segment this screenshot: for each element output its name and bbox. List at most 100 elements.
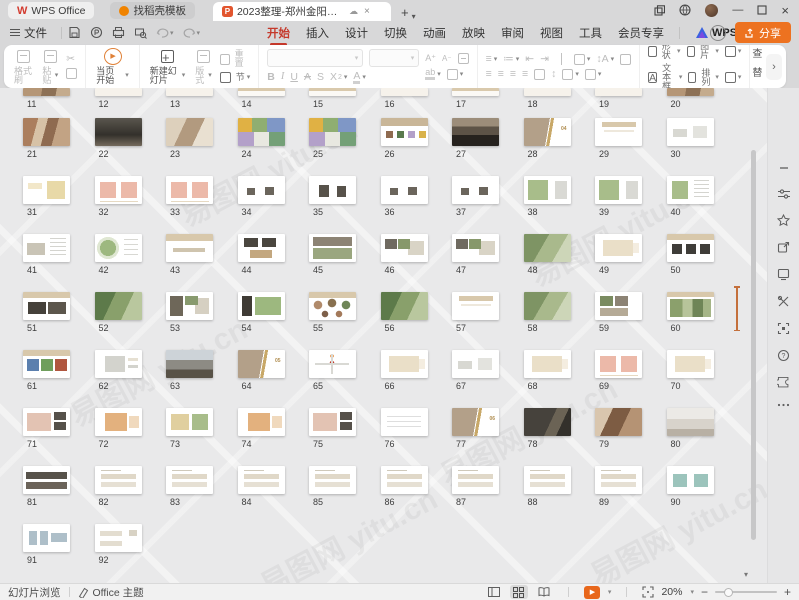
slide-thumbnail[interactable] <box>452 176 499 204</box>
theme-label[interactable]: Office 主题 <box>93 585 144 600</box>
zoom-out-button[interactable]: − <box>701 586 708 598</box>
columns-button[interactable] <box>534 69 545 80</box>
pdf-export-icon[interactable] <box>90 26 103 39</box>
slide-thumbnail[interactable] <box>23 466 70 494</box>
slide-thumbnail[interactable] <box>95 350 142 378</box>
slide-thumbnail[interactable] <box>524 292 571 320</box>
slide-thumbnail[interactable] <box>667 176 714 204</box>
share-button[interactable]: 分享 <box>735 22 791 43</box>
font-size-select[interactable]: ▾ <box>369 49 419 67</box>
slide-thumbnail[interactable] <box>23 118 70 146</box>
slide-thumbnail[interactable] <box>238 292 285 320</box>
slide-thumbnail[interactable] <box>23 408 70 436</box>
section-button[interactable]: 节▾ <box>220 72 250 83</box>
font-family-select[interactable]: ▾ <box>267 49 363 67</box>
slide-thumbnail[interactable] <box>23 350 70 378</box>
slide-thumbnail[interactable]: 06 <box>452 408 499 436</box>
zoom-slider-knob[interactable] <box>724 588 733 597</box>
close-icon[interactable]: × <box>781 3 789 18</box>
more-dots-icon[interactable] <box>777 403 790 407</box>
slide-thumbnail[interactable] <box>23 234 70 262</box>
slide-thumbnail[interactable] <box>595 350 642 378</box>
print-preview-icon[interactable] <box>134 26 147 39</box>
tab-view[interactable]: 视图 <box>533 23 570 43</box>
slide-thumbnail[interactable] <box>452 466 499 494</box>
new-slide-button[interactable]: + 新建幻灯片▾ <box>148 49 188 85</box>
slide-thumbnail[interactable] <box>166 118 213 146</box>
slide-thumbnail[interactable] <box>95 118 142 146</box>
slide-thumbnail[interactable] <box>667 118 714 146</box>
components-icon[interactable] <box>777 268 790 281</box>
slide-thumbnail[interactable] <box>381 466 428 494</box>
tab-slideshow[interactable]: 放映 <box>455 23 492 43</box>
reset-button[interactable]: 重置 <box>220 50 250 68</box>
slide-thumbnail[interactable] <box>524 234 571 262</box>
slide-thumbnail[interactable] <box>309 292 356 320</box>
slide-thumbnail[interactable] <box>381 292 428 320</box>
play-from-current-button[interactable]: ▶ 当页开始▾ <box>94 49 130 85</box>
slide-thumbnail[interactable] <box>166 408 213 436</box>
smartart-button[interactable]: ▾ <box>562 69 579 80</box>
print-icon[interactable] <box>112 26 125 39</box>
slide-thumbnail[interactable] <box>238 176 285 204</box>
slide-thumbnail[interactable] <box>595 466 642 494</box>
slide-sorter-area[interactable]: 易图网 yitu.cn 易图网 yitu.cn 易图网 yitu.cn 易图网 … <box>0 88 768 583</box>
collapse-icon[interactable] <box>778 162 790 174</box>
tab-close-icon[interactable]: × <box>364 6 370 17</box>
slideshow-play-button[interactable]: ▶ <box>584 586 600 599</box>
slide-thumbnail[interactable] <box>309 408 356 436</box>
italic-button[interactable]: I <box>281 72 285 83</box>
minimize-icon[interactable]: — <box>732 4 743 16</box>
layout-button[interactable]: 版式▾ <box>193 49 214 85</box>
service-icon[interactable]: ··· <box>710 25 726 41</box>
slide-thumbnail[interactable] <box>238 118 285 146</box>
slide-thumbnail[interactable] <box>524 176 571 204</box>
undo-icon[interactable]: ▾ <box>156 27 174 39</box>
slide-thumbnail[interactable] <box>166 88 213 96</box>
help-icon[interactable]: ? <box>777 349 790 362</box>
user-avatar[interactable] <box>705 4 718 17</box>
reading-view-button[interactable] <box>535 585 553 599</box>
shapes-button[interactable]: 形状▾ <box>648 45 680 60</box>
slide-thumbnail[interactable] <box>524 88 571 96</box>
tab-active-document[interactable]: P 2023整理-郑州金阳人才公寓 ☁ × <box>213 2 391 21</box>
slide-thumbnail[interactable] <box>95 408 142 436</box>
slide-thumbnail[interactable] <box>381 350 428 378</box>
slide-thumbnail[interactable] <box>524 408 571 436</box>
find-button[interactable]: 查找 <box>752 45 762 60</box>
replace-button[interactable]: 替换 <box>752 64 762 79</box>
tab-tools[interactable]: 工具 <box>572 23 609 43</box>
workspace-icon[interactable] <box>654 5 665 16</box>
decrease-indent-button[interactable]: ⇤ <box>525 54 534 65</box>
decrease-font-button[interactable]: A⁻ <box>442 55 452 63</box>
text-direction-button[interactable] <box>620 54 631 65</box>
slide-thumbnail[interactable] <box>95 466 142 494</box>
slide-thumbnail[interactable] <box>452 350 499 378</box>
slide-thumbnail[interactable] <box>381 88 428 96</box>
slide-thumbnail[interactable] <box>595 292 642 320</box>
slide-thumbnail[interactable] <box>381 234 428 262</box>
tab-home[interactable]: 开始 <box>260 23 297 43</box>
strikethrough-button[interactable]: A <box>304 72 311 83</box>
paste-button[interactable]: 粘贴▾ <box>40 49 60 85</box>
highlight-button[interactable]: ab▾ <box>425 68 441 80</box>
scrollbar-down-arrow[interactable]: ▾ <box>744 570 748 579</box>
slide-thumbnail[interactable] <box>95 524 142 552</box>
align-center-button[interactable]: ≡ <box>498 69 504 80</box>
slide-thumbnail[interactable] <box>238 466 285 494</box>
slide-thumbnail[interactable] <box>23 524 70 552</box>
zoom-slider[interactable] <box>715 591 777 593</box>
text-effects-button[interactable]: ▾ <box>447 69 464 80</box>
slide-thumbnail[interactable] <box>23 88 70 96</box>
increase-indent-button[interactable]: ⇥ <box>540 54 549 65</box>
save-icon[interactable] <box>68 26 81 39</box>
zoom-value[interactable]: 20% <box>661 586 682 598</box>
slide-thumbnail[interactable] <box>309 176 356 204</box>
format-painter-button[interactable]: 格式刷 <box>12 49 34 85</box>
tab-review[interactable]: 审阅 <box>494 23 531 43</box>
copy-button[interactable] <box>66 68 77 79</box>
slide-thumbnail[interactable] <box>23 292 70 320</box>
numbered-list-button[interactable]: ≔▾ <box>503 54 519 65</box>
slide-thumbnail[interactable] <box>595 176 642 204</box>
zoom-caret[interactable]: ▾ <box>690 588 694 596</box>
